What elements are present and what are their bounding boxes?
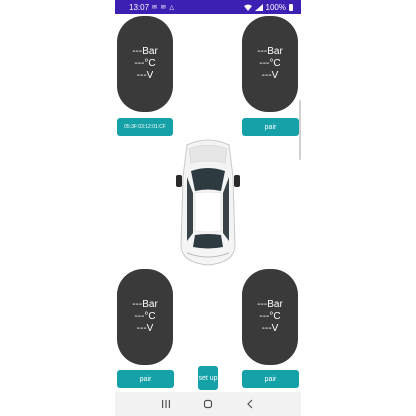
battery-percent: 100% (265, 2, 286, 12)
recent-apps-icon[interactable] (161, 399, 171, 409)
tire-temperature: ---°C (259, 58, 281, 69)
front-right-pair-button[interactable]: pair (242, 118, 299, 136)
tire-voltage: ---V (261, 323, 279, 334)
tire-voltage: ---V (261, 70, 279, 81)
wifi-icon (243, 4, 252, 11)
tire-temperature: ---°C (259, 311, 281, 322)
tire-pressure: ---Bar (132, 299, 158, 310)
back-icon[interactable] (245, 399, 255, 409)
signal-icon (254, 3, 263, 11)
status-time: 13:07 (129, 2, 150, 12)
scrollbar[interactable] (299, 100, 301, 160)
setup-button[interactable]: set up (198, 366, 218, 390)
car-top-view-image (176, 139, 240, 266)
tire-rear-right[interactable]: ---Bar ---°C ---V (242, 269, 298, 365)
tire-temperature: ---°C (134, 311, 156, 322)
tire-pressure: ---Bar (132, 46, 158, 57)
tire-pressure: ---Bar (257, 46, 283, 57)
tire-temperature: ---°C (134, 58, 156, 69)
tire-pressure: ---Bar (257, 299, 283, 310)
tire-rear-left[interactable]: ---Bar ---°C ---V (117, 269, 173, 365)
tire-front-left[interactable]: ---Bar ---°C ---V (117, 16, 173, 112)
tire-front-right[interactable]: ---Bar ---°C ---V (242, 16, 298, 112)
battery-icon (289, 3, 293, 11)
front-left-sensor-id-button[interactable]: 05:3F:03:12:01:CF (117, 118, 173, 136)
rear-right-pair-button[interactable]: pair (242, 370, 299, 388)
home-icon[interactable] (203, 399, 213, 409)
app-screen: 13:07 ✉ ✉ △ 100% ---Bar ---°C ---V ---Ba… (115, 0, 301, 416)
tire-voltage: ---V (136, 323, 154, 334)
navigation-bar (115, 392, 301, 416)
notification-icons: ✉ ✉ △ (152, 4, 176, 11)
rear-left-pair-button[interactable]: pair (117, 370, 174, 388)
status-bar: 13:07 ✉ ✉ △ 100% (115, 0, 301, 14)
tire-voltage: ---V (136, 70, 154, 81)
